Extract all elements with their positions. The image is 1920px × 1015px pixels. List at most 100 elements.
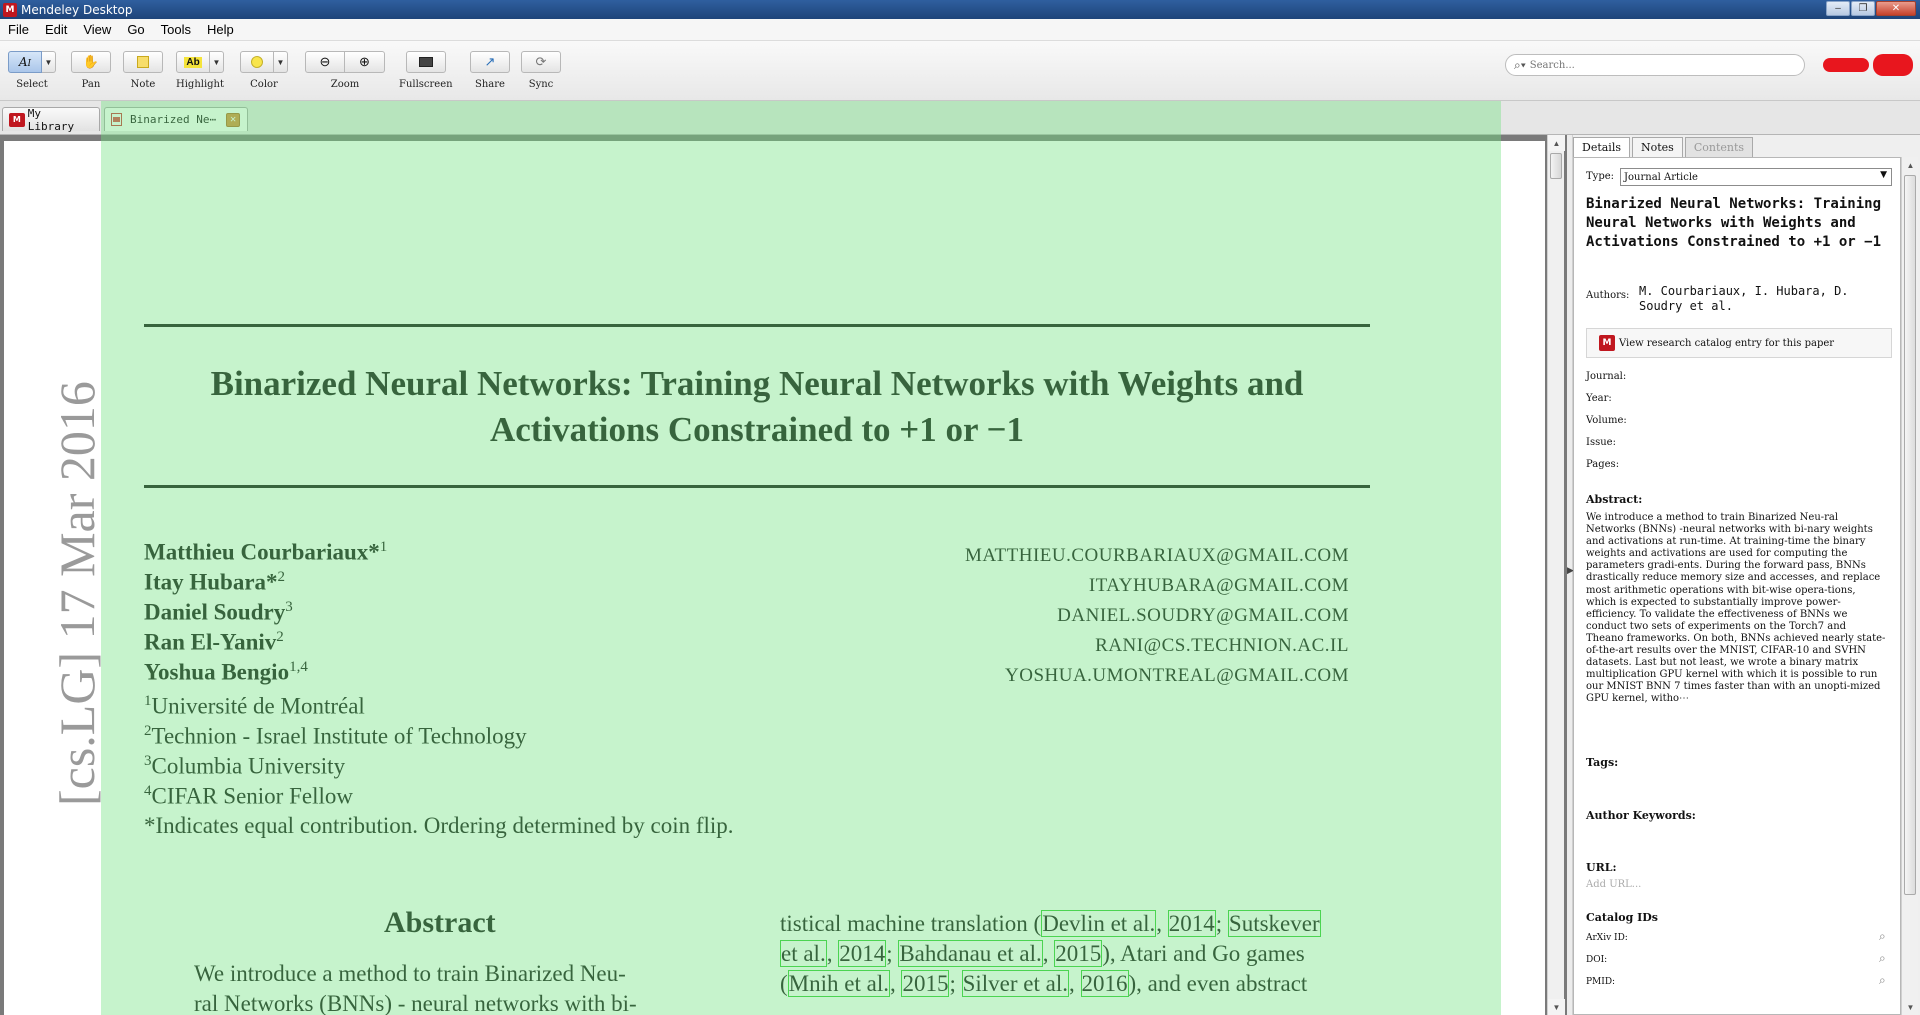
chevron-down-icon[interactable]: ▼ (210, 51, 225, 73)
body-text-line: et al., 2014; Bahdanau et al., 2015), At… (780, 940, 1305, 967)
author-name: Yoshua Bengio1,4 (144, 659, 308, 685)
menu-file[interactable]: File (8, 22, 29, 37)
pdf-page: Binarized Neural Networks: Training Neur… (4, 141, 1545, 1015)
scroll-thumb[interactable] (1904, 175, 1916, 895)
lookup-icon[interactable]: ⌕ (1879, 973, 1886, 988)
type-select[interactable]: Journal Article ▼ (1620, 168, 1892, 186)
scroll-down-icon[interactable]: ▼ (1902, 999, 1919, 1015)
zoom-in-icon[interactable]: ⊕ (345, 51, 385, 73)
menu-go[interactable]: Go (127, 22, 144, 37)
title-rule-top (144, 324, 1370, 327)
sync-tool[interactable]: ⟳ Sync (521, 51, 561, 90)
citation-link[interactable]: Sutskever (1227, 910, 1321, 937)
citation-link[interactable]: Bahdanau et al. (898, 940, 1043, 967)
tab-contents[interactable]: Contents (1684, 137, 1754, 157)
arxiv-stamp: [cs.LG] 17 Mar 2016 (49, 381, 105, 806)
body-text-line: tistical machine translation (Devlin et … (780, 910, 1321, 937)
maximize-button[interactable]: ❐ (1851, 1, 1875, 16)
author-keywords-label: Author Keywords: (1586, 809, 1696, 822)
view-catalog-entry-button[interactable]: M View research catalog entry for this p… (1586, 328, 1892, 358)
search-box[interactable]: ⌕▾ (1505, 54, 1805, 76)
issue-label[interactable]: Issue: (1586, 437, 1616, 448)
url-input[interactable]: Add URL... (1586, 879, 1641, 890)
tab-label: Binarized Ne⋯ (130, 113, 217, 126)
author-email: RANI@CS.TECHNION.AC.IL (1095, 635, 1349, 656)
pages-label[interactable]: Pages: (1586, 459, 1619, 470)
account-avatar-redacted[interactable] (1873, 54, 1913, 76)
fullscreen-icon[interactable] (405, 51, 446, 73)
window-title: Mendeley Desktop (21, 2, 133, 17)
lookup-icon[interactable]: ⌕ (1879, 951, 1886, 966)
scroll-up-icon[interactable]: ▲ (1902, 157, 1919, 173)
affiliation: 1Université de Montréal (144, 693, 365, 719)
citation-link[interactable]: Mnih et al. (787, 970, 890, 997)
menu-edit[interactable]: Edit (45, 22, 67, 37)
tags-label: Tags: (1586, 756, 1619, 769)
select-text-icon[interactable]: AI (8, 51, 42, 73)
author-email: DANIEL.SOUDRY@GMAIL.COM (1057, 605, 1349, 626)
author-name: Ran El-Yaniv2 (144, 629, 284, 655)
search-icon: ⌕▾ (1514, 57, 1526, 72)
note-tool[interactable]: Note (123, 51, 163, 90)
citation-link[interactable]: 2015 (901, 970, 950, 997)
scroll-thumb[interactable] (1550, 153, 1562, 179)
tab-notes[interactable]: Notes (1632, 137, 1683, 157)
viewer-scrollbar[interactable]: ▲ ▼ (1547, 135, 1565, 1015)
hand-icon[interactable]: ✋ (71, 51, 111, 73)
title-bar: M Mendeley Desktop – ❐ ✕ (0, 0, 1920, 19)
account-name-redacted[interactable] (1823, 58, 1869, 72)
document-title[interactable]: Binarized Neural Networks: Training Neur… (1586, 195, 1886, 252)
details-content: Type: Journal Article ▼ Binarized Neural… (1573, 157, 1901, 1015)
chevron-down-icon[interactable]: ▼ (42, 51, 56, 73)
highlight-tool[interactable]: Ab ▼ Highlight (176, 51, 224, 90)
fullscreen-tool[interactable]: Fullscreen (399, 51, 453, 90)
tab-my-library[interactable]: M My Library (2, 107, 100, 133)
chevron-down-icon[interactable]: ▼ (274, 51, 288, 73)
window-controls: – ❐ ✕ (1826, 1, 1916, 16)
authors-value[interactable]: M. Courbariaux, I. Hubara, D. Soudry et … (1639, 284, 1889, 314)
year-label[interactable]: Year: (1586, 393, 1612, 404)
journal-label[interactable]: Journal: (1586, 371, 1626, 382)
zoom-out-icon[interactable]: ⊖ (305, 51, 345, 73)
select-tool[interactable]: AI ▼ Select (8, 51, 56, 90)
abstract-heading: Abstract (384, 906, 496, 939)
citation-link[interactable]: 2015 (1054, 940, 1103, 967)
chevron-down-icon: ▼ (1880, 170, 1887, 180)
search-input[interactable] (1529, 59, 1770, 71)
close-tab-icon[interactable]: ✕ (226, 112, 241, 127)
color-tool[interactable]: ▼ Color (240, 51, 288, 90)
details-scrollbar[interactable]: ▲ ▼ (1901, 157, 1918, 1015)
authors-label: Authors: (1586, 290, 1630, 301)
highlighter-icon[interactable]: Ab (176, 51, 211, 73)
share-icon[interactable]: ↗ (470, 51, 510, 73)
minimize-button[interactable]: – (1826, 1, 1850, 16)
abstract-text[interactable]: We introduce a method to train Binarized… (1586, 512, 1886, 706)
mendeley-icon: M (1599, 335, 1615, 351)
menu-tools[interactable]: Tools (161, 22, 191, 37)
citation-link[interactable]: Devlin et al. (1041, 910, 1157, 937)
close-button[interactable]: ✕ (1876, 1, 1916, 16)
pan-tool[interactable]: ✋ Pan (71, 51, 111, 90)
tab-binarized-neural-networks[interactable]: Binarized Ne⋯ ✕ (104, 107, 248, 131)
volume-label[interactable]: Volume: (1586, 415, 1627, 426)
scroll-down-icon[interactable]: ▼ (1548, 999, 1565, 1015)
doi-label[interactable]: DOI: (1586, 955, 1607, 965)
citation-link[interactable]: 2014 (838, 940, 887, 967)
pmid-label[interactable]: PMID: (1586, 977, 1615, 987)
citation-link[interactable]: 2014 (1167, 910, 1216, 937)
citation-link[interactable]: 2016 (1080, 970, 1129, 997)
lookup-icon[interactable]: ⌕ (1879, 929, 1886, 944)
scroll-up-icon[interactable]: ▲ (1548, 135, 1565, 151)
citation-link[interactable]: et al. (780, 940, 827, 967)
menu-help[interactable]: Help (207, 22, 234, 37)
sync-icon[interactable]: ⟳ (521, 51, 561, 73)
share-tool[interactable]: ↗ Share (470, 51, 510, 90)
abstract-line: We introduce a method to train Binarized… (194, 961, 626, 986)
sticky-note-icon[interactable] (123, 51, 163, 73)
menu-view[interactable]: View (83, 22, 111, 37)
tab-details[interactable]: Details (1573, 137, 1630, 157)
pdf-viewer[interactable]: Binarized Neural Networks: Training Neur… (0, 135, 1567, 1015)
color-swatch-icon[interactable] (240, 51, 274, 73)
citation-link[interactable]: Silver et al. (961, 970, 1069, 997)
arxiv-id-label[interactable]: ArXiv ID: (1586, 933, 1628, 943)
